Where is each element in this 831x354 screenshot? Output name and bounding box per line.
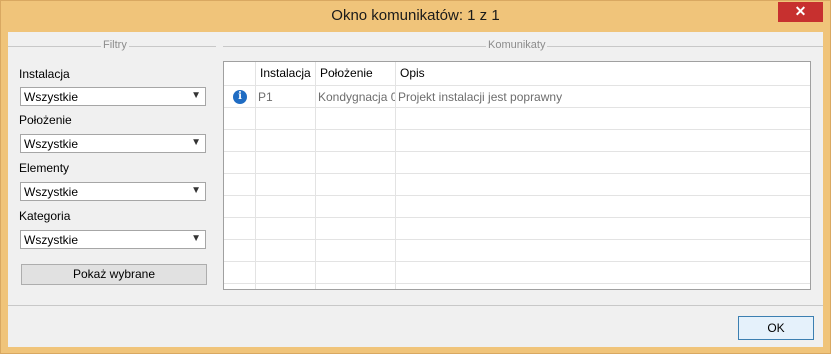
ok-button[interactable]: OK [738,316,814,340]
row-instalacja[interactable]: P1 [255,86,315,108]
row-divider [224,173,810,174]
close-icon: ✕ [794,3,807,19]
filters-group-title: Filtry [101,39,129,51]
row-divider [224,195,810,196]
kategoria-label: Kategoria [19,209,71,223]
row-divider [224,151,810,152]
polozenie-select[interactable]: Wszystkie ▼ [20,134,206,153]
column-header-polozenie[interactable]: Położenie [315,62,395,85]
footer-divider [8,305,823,306]
row-opis[interactable]: Projekt instalacji jest poprawny [395,86,695,108]
chevron-down-icon: ▼ [191,185,201,196]
title-bar[interactable]: Okno komunikatów: 1 z 1 ✕ [1,1,830,32]
close-button[interactable]: ✕ [778,2,823,22]
row-divider [224,283,810,284]
row-divider [224,217,810,218]
info-icon: i [233,90,247,104]
row-divider [224,129,810,130]
window-title: Okno komunikatów: 1 z 1 [331,7,500,24]
elementy-label: Elementy [19,161,70,175]
chevron-down-icon: ▼ [191,90,201,101]
messages-table[interactable]: Instalacja Położenie Opis i P1 Kondygnac… [223,61,811,290]
polozenie-select-value: Wszystkie [24,137,78,151]
instalacja-select[interactable]: Wszystkie ▼ [20,87,206,106]
row-divider [224,261,810,262]
instalacja-label: Instalacja [19,67,70,81]
chevron-down-icon: ▼ [191,137,201,148]
messages-group-title: Komunikaty [486,39,548,51]
row-divider [224,239,810,240]
kategoria-select-value: Wszystkie [24,233,78,247]
elementy-select-value: Wszystkie [24,185,78,199]
row-polozenie[interactable]: Kondygnacja 0 [315,86,395,108]
kategoria-select[interactable]: Wszystkie ▼ [20,230,206,249]
dialog-window: Okno komunikatów: 1 z 1 ✕ Filtry Instala… [0,0,831,354]
polozenie-label: Położenie [19,113,72,127]
dialog-body: Filtry Instalacja Wszystkie ▼ Położenie … [8,32,823,347]
column-header-opis[interactable]: Opis [395,62,595,85]
elementy-select[interactable]: Wszystkie ▼ [20,182,206,201]
instalacja-select-value: Wszystkie [24,90,78,104]
chevron-down-icon: ▼ [191,233,201,244]
show-selected-button[interactable]: Pokaż wybrane [21,264,207,285]
column-header-instalacja[interactable]: Instalacja [255,62,315,85]
